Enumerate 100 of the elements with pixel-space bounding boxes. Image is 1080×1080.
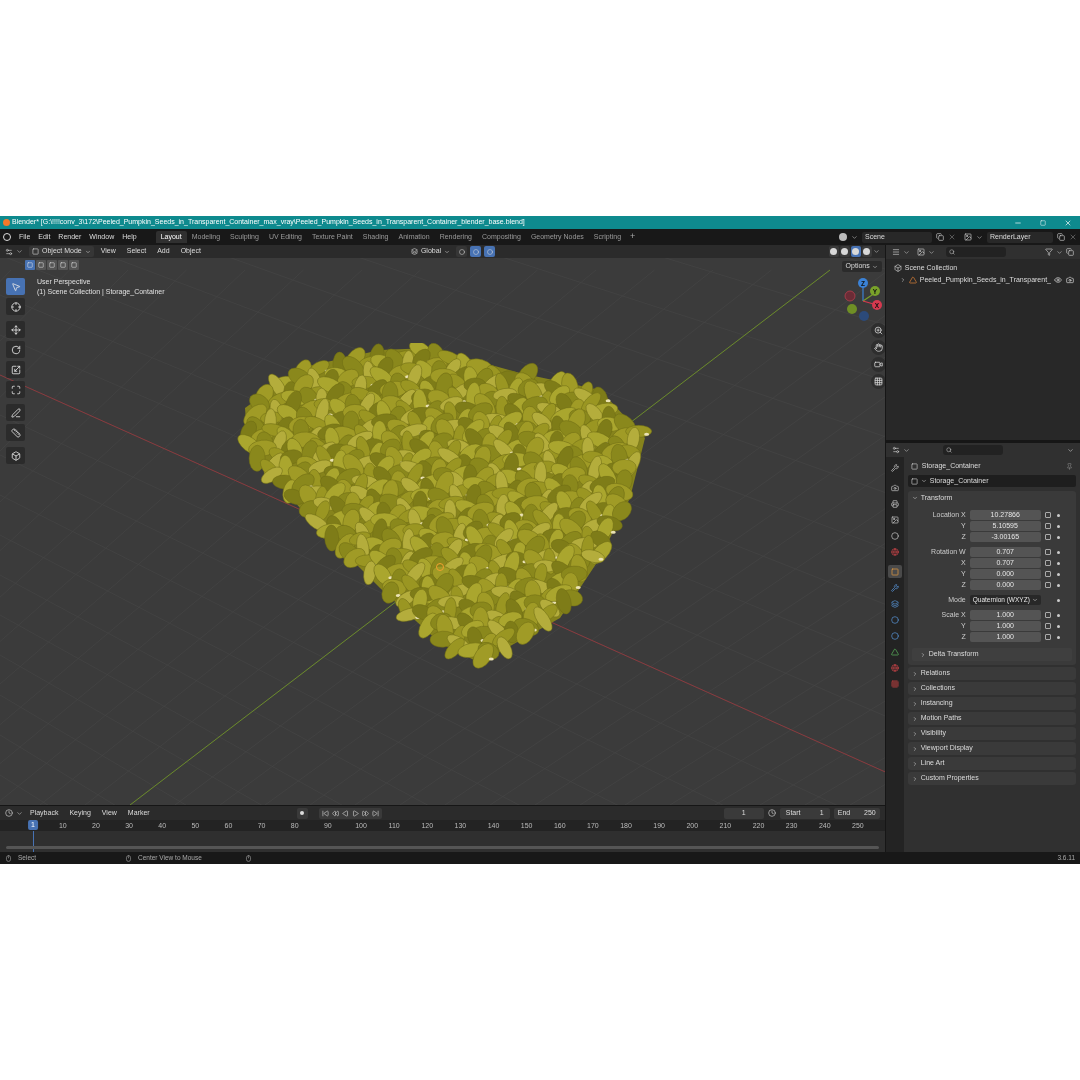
options-icon[interactable] — [1067, 446, 1074, 454]
jump-end-icon[interactable] — [371, 809, 379, 817]
object-icon — [32, 248, 39, 255]
mouse-icon — [125, 854, 132, 862]
wrench-icon — [890, 583, 899, 592]
search-icon — [945, 447, 952, 453]
shading-button[interactable] — [850, 246, 861, 257]
toggle-button[interactable] — [456, 246, 468, 257]
filter-icon[interactable] — [1045, 248, 1053, 256]
play-icon[interactable] — [351, 809, 359, 817]
rotate-icon — [10, 344, 21, 355]
play-reverse-icon[interactable] — [341, 809, 349, 817]
chevron-down-icon — [911, 495, 918, 501]
chevron-right-icon — [911, 715, 918, 722]
tool-button[interactable] — [6, 424, 25, 441]
toggle-button[interactable] — [470, 246, 482, 257]
stopwatch-icon[interactable] — [767, 809, 776, 817]
add-workspace-button[interactable]: + — [626, 230, 640, 244]
tool-button[interactable] — [6, 447, 25, 464]
editor-type-icon[interactable] — [891, 446, 900, 454]
hand-icon — [874, 343, 883, 352]
chevron-right-icon — [911, 700, 918, 707]
camera-icon — [874, 360, 883, 369]
caret-icon — [1031, 597, 1038, 603]
close-icon — [1063, 218, 1072, 227]
tool-button[interactable] — [6, 361, 25, 378]
tool-icon — [890, 463, 899, 472]
editor-type-icon[interactable] — [5, 809, 13, 817]
select-mode-button[interactable] — [69, 260, 79, 270]
tool-button[interactable] — [6, 321, 25, 338]
close-icon[interactable] — [948, 233, 956, 241]
caret-icon — [84, 248, 91, 255]
circle-icon — [472, 248, 479, 255]
chevron-right-icon — [911, 730, 918, 737]
camera-icon[interactable] — [1066, 276, 1074, 284]
jump-start-icon[interactable] — [321, 809, 329, 817]
render-icon — [890, 483, 899, 492]
caret-icon — [444, 248, 451, 255]
search-field[interactable] — [942, 445, 1003, 455]
caret-icon — [851, 233, 858, 241]
scrollbar[interactable] — [6, 846, 879, 849]
caret-icon — [16, 248, 23, 255]
scale-icon — [10, 364, 21, 375]
navigation-button[interactable] — [871, 357, 885, 372]
search-field[interactable] — [945, 247, 1006, 257]
tool-button[interactable] — [6, 404, 25, 421]
caret-icon — [976, 233, 983, 241]
collection-icon — [893, 264, 902, 272]
cube-icon — [10, 450, 21, 461]
navigation-button[interactable] — [871, 323, 885, 338]
display-mode-icon[interactable] — [916, 248, 925, 256]
editor-type-icon[interactable] — [5, 247, 13, 256]
axes-icon — [410, 248, 418, 255]
properties-tab[interactable] — [887, 565, 902, 578]
shading-button[interactable] — [861, 246, 872, 257]
chevron-right-icon — [911, 670, 918, 677]
pen-icon — [10, 407, 21, 418]
shading-button[interactable] — [828, 246, 839, 257]
zoom-icon — [874, 326, 883, 335]
caret-icon — [927, 248, 935, 256]
toggle-button[interactable] — [484, 246, 496, 257]
next-keyframe-icon[interactable] — [361, 809, 369, 817]
empty-icon — [908, 276, 917, 284]
eye-icon[interactable] — [1054, 276, 1062, 284]
search-icon — [948, 249, 955, 255]
list-icon[interactable] — [891, 248, 900, 256]
caret-icon — [902, 446, 910, 454]
output-icon — [890, 499, 899, 508]
navigation-button[interactable] — [871, 340, 885, 355]
object-icon — [890, 567, 899, 576]
caret-icon — [920, 478, 927, 484]
maximize-icon — [1039, 219, 1046, 226]
image-icon[interactable] — [964, 233, 972, 241]
select-mode-button[interactable] — [36, 260, 46, 270]
caret-icon — [871, 263, 878, 270]
previous-keyframe-icon[interactable] — [331, 809, 339, 817]
ruler-icon — [10, 427, 21, 438]
select-mode-button[interactable] — [47, 260, 57, 270]
shading-button[interactable] — [839, 246, 850, 257]
close-icon[interactable] — [1069, 233, 1077, 241]
grid-icon — [874, 377, 883, 386]
material-icon — [890, 663, 899, 672]
particles-icon — [890, 599, 899, 608]
caret-icon — [902, 248, 910, 256]
tool-button[interactable] — [6, 298, 25, 315]
copy-icon[interactable] — [936, 233, 944, 241]
chevron-right-icon — [911, 760, 918, 767]
select-mode-button[interactable] — [58, 260, 68, 270]
expand-icon[interactable] — [899, 277, 906, 283]
record-button[interactable] — [296, 807, 308, 819]
chevron-right-icon — [919, 651, 926, 658]
tool-button[interactable] — [6, 381, 25, 398]
mouse-icon — [245, 854, 252, 862]
transform-icon — [10, 384, 21, 395]
select-icon — [10, 281, 21, 292]
copy-icon[interactable] — [1057, 233, 1065, 241]
move-icon — [10, 324, 21, 335]
tool-button[interactable] — [6, 341, 25, 358]
chevron-right-icon — [911, 775, 918, 782]
navigation-button[interactable] — [871, 374, 885, 389]
